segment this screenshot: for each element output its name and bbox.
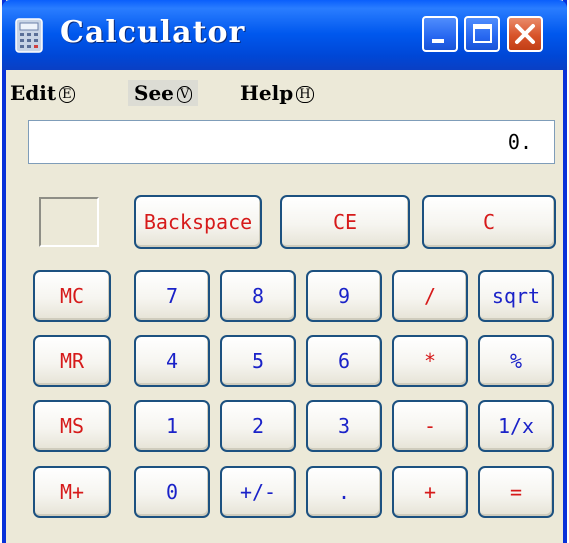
maximize-icon bbox=[473, 24, 492, 43]
menu-edit-accel: E bbox=[59, 86, 75, 103]
minus-button[interactable]: - bbox=[392, 400, 468, 452]
decimal-button[interactable]: . bbox=[306, 466, 382, 518]
plus-button[interactable]: + bbox=[392, 466, 468, 518]
key-4[interactable]: 4 bbox=[134, 335, 210, 387]
calculator-window: Calculator Edit E See V Help H 0. Backspace… bbox=[2, 0, 567, 543]
mc-button[interactable]: MC bbox=[33, 270, 111, 322]
maximize-button[interactable] bbox=[464, 16, 500, 52]
multiply-button[interactable]: * bbox=[392, 335, 468, 387]
ce-button[interactable]: CE bbox=[280, 195, 410, 249]
minimize-button[interactable] bbox=[422, 16, 458, 52]
key-8[interactable]: 8 bbox=[220, 270, 296, 322]
key-3[interactable]: 3 bbox=[306, 400, 382, 452]
menu-see[interactable]: See V bbox=[128, 80, 199, 106]
key-1[interactable]: 1 bbox=[134, 400, 210, 452]
title-bar[interactable]: Calculator bbox=[2, 0, 567, 70]
menu-help[interactable]: Help H bbox=[240, 80, 314, 106]
percent-button[interactable]: % bbox=[478, 335, 554, 387]
divide-button[interactable]: / bbox=[392, 270, 468, 322]
reciprocal-button[interactable]: 1/x bbox=[478, 400, 554, 452]
key-6[interactable]: 6 bbox=[306, 335, 382, 387]
sign-button[interactable]: +/- bbox=[220, 466, 296, 518]
minimize-icon bbox=[432, 39, 444, 43]
menu-bar: Edit E See V Help H bbox=[6, 72, 563, 110]
menu-help-accel: H bbox=[296, 86, 314, 103]
sqrt-button[interactable]: sqrt bbox=[478, 270, 554, 322]
calculator-icon bbox=[14, 18, 46, 54]
close-icon bbox=[515, 24, 535, 44]
key-7[interactable]: 7 bbox=[134, 270, 210, 322]
mr-button[interactable]: MR bbox=[33, 335, 111, 387]
mplus-button[interactable]: M+ bbox=[33, 466, 111, 518]
equals-button[interactable]: = bbox=[478, 466, 554, 518]
menu-see-accel: V bbox=[176, 86, 193, 103]
clear-button[interactable]: C bbox=[422, 195, 556, 249]
window-title: Calculator bbox=[60, 15, 246, 50]
ms-button[interactable]: MS bbox=[33, 400, 111, 452]
key-0[interactable]: 0 bbox=[134, 466, 210, 518]
backspace-button[interactable]: Backspace bbox=[134, 195, 262, 249]
menu-edit[interactable]: Edit E bbox=[10, 80, 75, 106]
key-9[interactable]: 9 bbox=[306, 270, 382, 322]
display: 0. bbox=[28, 120, 555, 164]
memory-indicator bbox=[39, 197, 99, 247]
key-2[interactable]: 2 bbox=[220, 400, 296, 452]
key-5[interactable]: 5 bbox=[220, 335, 296, 387]
close-button[interactable] bbox=[507, 16, 543, 52]
